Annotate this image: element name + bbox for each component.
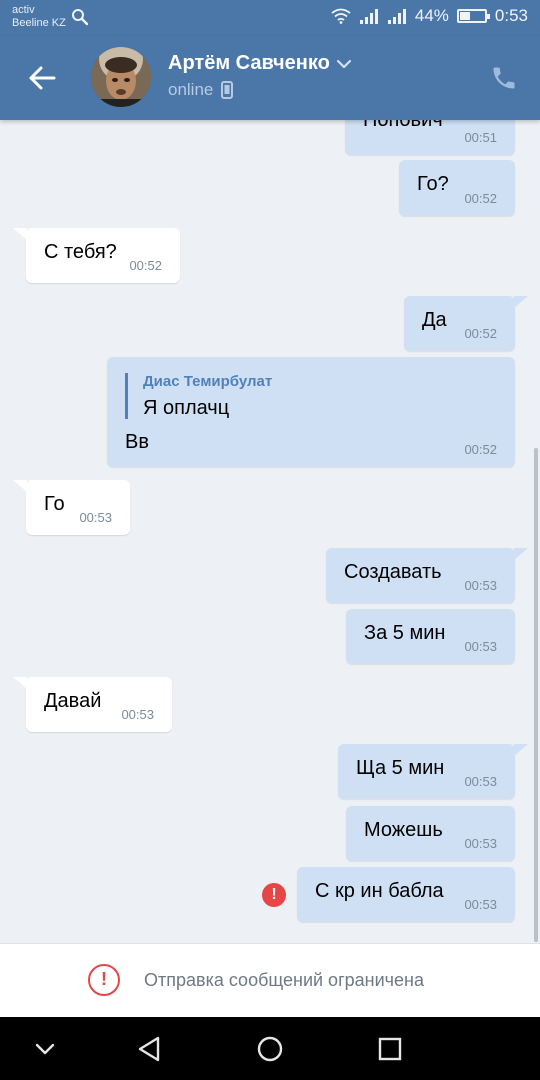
phone-icon[interactable]: [490, 64, 518, 92]
message-time: 00:53: [464, 897, 497, 912]
message-time: 00:51: [464, 130, 497, 145]
contact-status-row: online: [168, 80, 234, 100]
message-text: Создавать: [344, 561, 442, 583]
bubble-tail: [13, 228, 27, 240]
message-time: 00:52: [464, 442, 497, 457]
carrier-info: activ Beeline KZ: [12, 4, 66, 30]
chevron-down-icon[interactable]: [336, 59, 352, 69]
message-time: 00:52: [464, 191, 497, 206]
message-time: 00:53: [464, 639, 497, 654]
message-bubble[interactable]: Давай 00:53: [13, 677, 172, 732]
reply-message-bubble[interactable]: Диас Темирбулат Я оплачц Вв 00:52: [107, 357, 515, 467]
message-text: Го: [44, 493, 65, 515]
bubble-tail: [13, 677, 27, 689]
bubble-tail: [13, 480, 27, 492]
message-bubble[interactable]: Го 00:53: [13, 480, 130, 535]
carrier-line1: activ: [12, 4, 35, 16]
message-time: 00:53: [464, 836, 497, 851]
message-bubble[interactable]: Да 00:52: [404, 296, 528, 351]
message-text: С кр ин бабла: [315, 880, 444, 902]
wifi-icon: [331, 8, 351, 24]
messaging-restricted-notice: ! Отправка сообщений ограничена: [0, 943, 540, 1017]
contact-status: online: [168, 80, 214, 99]
search-icon: [72, 9, 89, 26]
message-text: Да: [422, 309, 447, 331]
message-bubble[interactable]: Ща 5 мин 00:53: [338, 744, 528, 799]
message-bubble[interactable]: Попович 00:51: [345, 120, 515, 155]
message-bubble[interactable]: Го? 00:52: [399, 160, 515, 216]
message-list[interactable]: Попович 00:51 Го? 00:52 С тебя? 00:52 Да…: [0, 120, 540, 943]
message-text: Го?: [417, 173, 449, 195]
message-text: За 5 мин: [364, 622, 446, 644]
reply-quote-bar: [125, 373, 128, 419]
back-arrow-icon[interactable]: [26, 62, 58, 94]
scrollbar[interactable]: [534, 448, 538, 942]
chevron-down-icon[interactable]: [29, 1033, 61, 1065]
back-triangle-icon[interactable]: [134, 1033, 166, 1065]
failed-message-bubble[interactable]: С кр ин бабла 00:53: [297, 867, 515, 922]
battery-percent: 44%: [414, 6, 449, 25]
message-text: Давай: [44, 690, 102, 712]
chat-header: Артём Савченко online: [0, 36, 540, 120]
bubble-tail: [514, 744, 528, 756]
system-nav-bar: [0, 1017, 540, 1080]
message-text: Попович: [363, 120, 443, 131]
bubble-tail: [514, 296, 528, 308]
reply-author[interactable]: Диас Темирбулат: [143, 373, 272, 390]
message-text: Ща 5 мин: [356, 757, 445, 779]
contact-name-row[interactable]: Артём Савченко: [168, 52, 352, 75]
message-time: 00:53: [464, 578, 497, 593]
reply-quoted-text: Я оплачц: [143, 397, 230, 419]
status-bar: activ Beeline KZ 44% 0:53: [0, 0, 540, 36]
message-time: 00:52: [129, 258, 162, 273]
recents-square-icon[interactable]: [374, 1033, 406, 1065]
message-time: 00:53: [121, 707, 154, 722]
message-time: 00:53: [464, 774, 497, 789]
message-text: Вв: [125, 431, 149, 453]
message-bubble[interactable]: Можешь 00:53: [346, 806, 515, 861]
message-bubble[interactable]: За 5 мин 00:53: [346, 609, 515, 664]
signal-icon: [387, 9, 406, 24]
battery-fill: [459, 12, 471, 20]
message-bubble[interactable]: Создавать 00:53: [326, 548, 528, 603]
message-time: 00:53: [79, 510, 112, 525]
signal-icon: [359, 9, 378, 24]
avatar[interactable]: [91, 47, 151, 107]
bubble-tail: [514, 548, 528, 560]
message-time: 00:52: [464, 326, 497, 341]
battery-icon: [456, 9, 490, 23]
message-text: Можешь: [364, 819, 443, 841]
alert-circle-icon: !: [88, 964, 120, 996]
home-circle-icon[interactable]: [254, 1033, 286, 1065]
carrier-line2: Beeline KZ: [12, 17, 66, 29]
status-time: 0:53: [494, 6, 528, 25]
mobile-icon: [221, 81, 234, 99]
send-error-icon[interactable]: !: [262, 883, 286, 907]
message-text: С тебя?: [44, 241, 117, 263]
message-bubble[interactable]: С тебя? 00:52: [13, 228, 180, 283]
restricted-notice-text: Отправка сообщений ограничена: [144, 970, 424, 990]
contact-name[interactable]: Артём Савченко: [168, 52, 330, 75]
